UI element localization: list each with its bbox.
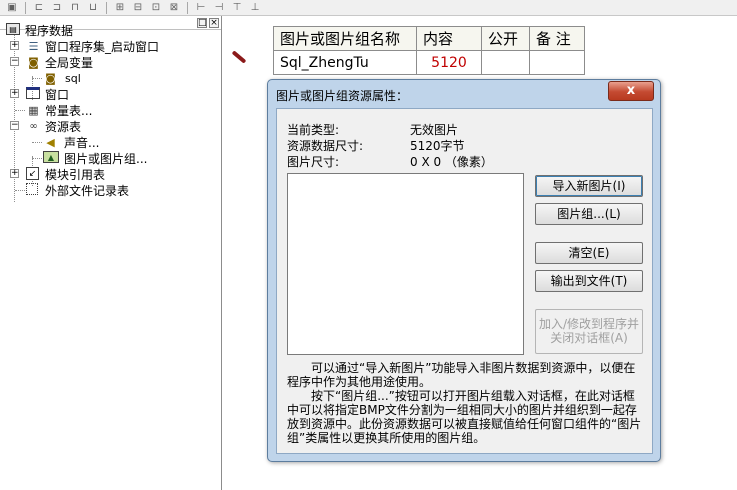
expand-icon[interactable]: + [10,89,19,98]
module-ref-icon: ↙ [26,167,39,180]
close-icon[interactable]: × [209,17,219,28]
tree-item-label: 窗口程序集_启动窗口 [45,39,160,54]
tree-line [15,190,25,191]
image-preview [287,173,524,355]
toolbar-separator [25,1,26,14]
cell-content[interactable]: 5120 [416,50,482,75]
column-header-note: 备 注 [529,26,585,51]
center-v-icon[interactable]: ⊟ [130,1,146,14]
clear-button[interactable]: 清空(E) [535,242,643,264]
help-paragraph-group: 按下“图片组...”按钮可以打开图片组载入对话框，在此对话框中可以将指定BMP文… [287,389,642,445]
align-left-icon[interactable]: ⊏ [31,1,47,14]
align-right-icon[interactable]: ⊐ [49,1,65,14]
tree-root-label: 程序数据 [25,23,74,38]
constant-table-icon: ▦ [28,103,39,117]
align-bottom-icon[interactable]: ⊔ [85,1,101,14]
column-header-public: 公开 [481,26,530,51]
data-size-label: 资源数据尺寸: [287,139,364,153]
tree-item-label: 模块引用表 [45,167,106,182]
close-button[interactable]: x [608,81,654,101]
variable-jar-icon: ◙ [28,55,39,69]
current-type-label: 当前类型: [287,123,340,137]
column-header-content: 内容 [416,26,482,51]
table-header-row: 图片或图片组名称 内容 公开 备 注 [273,26,585,51]
tree-item-label: 常量表... [45,103,93,118]
grid-icon[interactable]: ⊥ [247,1,263,14]
export-to-file-button[interactable]: 输出到文件(T) [535,270,643,292]
same-height-icon[interactable]: ⊠ [166,1,182,14]
collapse-icon[interactable]: − [10,121,19,130]
image-size-label: 图片尺寸: [287,155,340,169]
dialog-title: 图片或图片组资源属性： [276,89,409,103]
pin-icon[interactable]: □ [197,17,207,28]
image-size-value: 0 X 0 （像素） [410,155,493,169]
toolbar: ▣ ⊏ ⊐ ⊓ ⊔ ⊞ ⊟ ⊡ ⊠ ⊢ ⊣ ⊤ ⊥ [0,0,737,16]
import-image-button[interactable]: 导入新图片(I) [535,175,643,197]
file-list-icon [26,183,38,195]
help-paragraph-import: 可以通过“导入新图片”功能导入非图片数据到资源中，以便在程序中作为其他用途使用。 [287,361,636,389]
tree-item-label: 窗口 [45,87,70,102]
add-modify-close-button[interactable]: 加入/修改到程序并关闭对话框(A) [535,309,643,354]
pen-cursor-icon [231,50,247,64]
module-stack-icon: ☰ [28,39,39,53]
toolbar-separator [187,1,188,14]
cell-public[interactable] [481,50,530,75]
cell-note[interactable] [529,50,585,75]
same-width-icon[interactable]: ⊡ [148,1,164,14]
tree-item-label: 声音... [64,135,100,150]
table-row[interactable]: Sql_ZhengTu 5120 [273,50,585,75]
tree-item-label: 资源表 [45,119,82,134]
resource-icon: ∞ [29,120,38,132]
tree-item-label: 图片或图片组... [64,151,148,166]
spacing-v-icon[interactable]: ⊤ [229,1,245,14]
expand-icon[interactable]: + [10,41,19,50]
tree-line [32,78,42,79]
expand-icon[interactable]: + [10,169,19,178]
image-resource-dialog: 图片或图片组资源属性： x 当前类型: 无效图片 资源数据尺寸: 5120字节 … [267,79,661,462]
speaker-icon: ◀ [46,135,55,149]
tree-item-label: 全局变量 [45,55,94,70]
image-icon: ▲ [43,151,59,163]
data-size-value: 5120字节 [410,139,465,153]
cell-name[interactable]: Sql_ZhengTu [273,50,417,75]
dialog-body: 当前类型: 无效图片 资源数据尺寸: 5120字节 图片尺寸: 0 X 0 （像… [276,108,653,454]
center-h-icon[interactable]: ⊞ [112,1,128,14]
image-group-button[interactable]: 图片组...(L) [535,203,643,225]
tree-item-label: 外部文件记录表 [45,183,130,198]
spacing-h-icon[interactable]: ⊣ [211,1,227,14]
toolbar-separator [106,1,107,14]
column-header-name: 图片或图片组名称 [273,26,417,51]
window-icon [26,87,40,99]
same-size-icon[interactable]: ⊢ [193,1,209,14]
tree-item-label: sql [65,71,81,85]
align-top-icon[interactable]: ⊓ [67,1,83,14]
tree-line [32,142,42,143]
current-type-value: 无效图片 [410,123,459,137]
tree-line [32,158,42,159]
resource-table: 图片或图片组名称 内容 公开 备 注 Sql_ZhengTu 5120 [273,26,585,75]
database-icon: ▤ [6,23,20,35]
variable-jar-icon: ◙ [45,71,56,85]
help-text: 可以通过“导入新图片”功能导入非图片数据到资源中，以便在程序中作为其他用途使用。… [287,361,645,445]
tree-line [15,110,25,111]
save-icon[interactable]: ▣ [4,1,20,14]
collapse-icon[interactable]: − [10,57,19,66]
